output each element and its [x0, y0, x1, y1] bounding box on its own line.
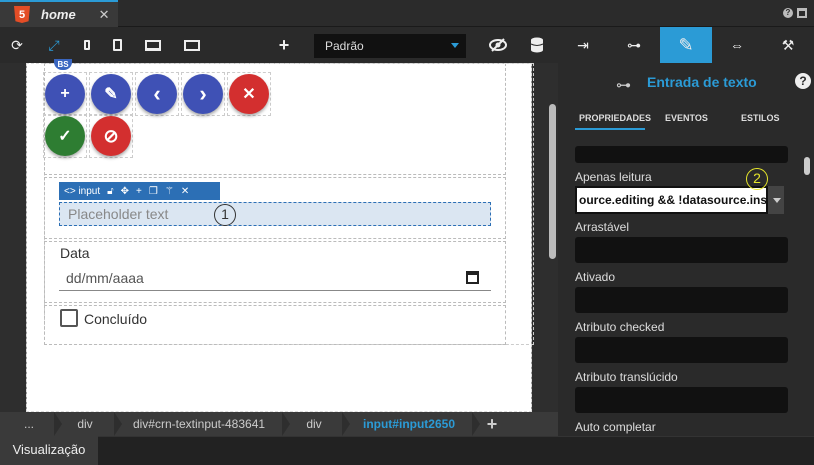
input-tag-label: <> input — [64, 185, 101, 197]
remove-icon[interactable]: ✕ — [181, 186, 189, 197]
text-input[interactable]: Placeholder text — [59, 202, 491, 226]
property-label: Arrastável — [575, 220, 630, 234]
property-label: Ativado — [575, 270, 616, 284]
component-title: Entrada de texto — [647, 74, 757, 90]
breadcrumb-item[interactable]: ... — [14, 412, 44, 436]
monitor-icon[interactable] — [182, 35, 202, 55]
edit-fab-button[interactable]: ✎ — [91, 74, 131, 114]
readonly-expression-input[interactable]: ource.editing && !datasource.inserting — [575, 186, 768, 214]
breadcrumb-item[interactable]: div — [65, 412, 105, 436]
tablet-icon[interactable] — [107, 35, 127, 55]
breadcrumb-separator — [114, 412, 122, 436]
help-icon[interactable]: ? — [795, 73, 811, 89]
database-icon[interactable] — [527, 35, 547, 55]
date-input[interactable]: dd/mm/aaaa — [59, 266, 491, 291]
panel-tab-wand[interactable]: ⚒ — [763, 27, 813, 63]
breadcrumb-item[interactable]: div#crn-textinput-483641 — [126, 412, 272, 436]
chevron-down-icon — [773, 198, 781, 203]
close-icon[interactable]: ✕ — [99, 7, 110, 23]
breadcrumb-separator — [342, 412, 350, 436]
desktop-icon[interactable] — [143, 35, 163, 55]
property-label: Atributo translúcido — [575, 370, 678, 384]
plus-icon[interactable]: + — [274, 35, 294, 55]
checkbox-label: Concluído — [84, 311, 148, 327]
property-field[interactable] — [575, 146, 788, 163]
copy-icon[interactable]: ❐ — [149, 186, 158, 197]
chevron-right-icon: › — [199, 81, 207, 106]
delete-fab-button[interactable]: ✕ — [229, 74, 269, 114]
panel-tab-edit[interactable]: ✎ — [660, 27, 712, 63]
status-bar — [0, 436, 814, 465]
pencil-icon: ✎ — [104, 86, 118, 103]
eye-slash-icon[interactable] — [488, 35, 508, 55]
add-element-button[interactable]: + — [482, 412, 502, 436]
document-tab-bar — [0, 0, 814, 27]
breadcrumb-separator — [472, 412, 480, 436]
cancel-fab-button[interactable]: ⊘ — [91, 116, 131, 156]
move-icon[interactable]: ✥ — [121, 186, 129, 197]
previous-fab-button[interactable]: ‹ — [137, 74, 177, 114]
completed-checkbox[interactable] — [60, 309, 78, 327]
pencil-icon: ✎ — [678, 34, 694, 55]
property-label: Auto completar — [575, 420, 656, 434]
enter-icon: ⇥ — [577, 36, 589, 53]
checked-attribute-field[interactable] — [575, 337, 788, 363]
panel-tab-resize[interactable]: ⇔ — [712, 27, 762, 63]
chevron-left-icon: ‹ — [153, 81, 161, 106]
breadcrumb-separator — [282, 412, 290, 436]
panel-tab-enter[interactable]: ⇥ — [558, 27, 608, 63]
chevron-down-icon — [451, 43, 459, 48]
wand-icon: ⚒ — [781, 36, 795, 53]
calendar-icon[interactable] — [466, 271, 479, 284]
property-label: Atributo checked — [575, 320, 665, 334]
tab-home[interactable]: 5 home ✕ — [0, 0, 118, 27]
translucent-attribute-field[interactable] — [575, 387, 788, 413]
breadcrumb-item[interactable]: div — [294, 412, 334, 436]
add-icon[interactable]: + — [136, 186, 142, 197]
phone-icon[interactable] — [77, 35, 97, 55]
date-label: Data — [60, 245, 90, 261]
component-icon: ⊶ — [616, 77, 631, 94]
breadcrumb-separator — [54, 412, 62, 436]
subtab-active-indicator — [575, 128, 645, 130]
subtab-events[interactable]: EVENTOS — [665, 113, 708, 123]
tab-title: home — [41, 7, 76, 22]
unlock-icon[interactable]: 🔓︎ — [107, 186, 113, 197]
breakpoint-select[interactable]: Padrão — [314, 34, 466, 58]
marker-2: 2 — [746, 168, 768, 190]
canvas-scroll-thumb[interactable] — [549, 104, 556, 259]
magic-icon[interactable]: ⚚ — [165, 186, 174, 197]
help-icon[interactable]: ? — [783, 8, 793, 18]
block-icon: ⊘ — [103, 125, 119, 146]
marker-1: 1 — [214, 204, 236, 226]
close-icon: ✕ — [242, 86, 256, 103]
check-icon: ✓ — [58, 128, 72, 145]
editor-toolbar: ⟳ ⤢ + — [0, 27, 558, 63]
draggable-field[interactable] — [575, 237, 788, 263]
plus-icon: + — [60, 85, 70, 102]
add-fab-button[interactable]: + — [45, 74, 85, 114]
arrows-icon: ⇔ — [730, 37, 744, 53]
next-fab-button[interactable]: › — [183, 74, 223, 114]
property-label: Apenas leitura — [575, 170, 652, 184]
subtab-properties[interactable]: PROPRIEDADES — [579, 113, 651, 123]
expand-icon[interactable]: ⤢ — [44, 35, 64, 55]
subtab-styles[interactable]: ESTILOS — [741, 113, 780, 123]
tree-icon: ⊶ — [627, 36, 641, 53]
maximize-icon[interactable] — [797, 8, 807, 18]
save-fab-button[interactable]: ✓ — [45, 116, 85, 156]
preview-button[interactable]: Visualização — [0, 436, 98, 465]
breadcrumb-item-active[interactable]: input#input2650 — [354, 412, 464, 436]
panel-tab-tree[interactable]: ⊶ — [609, 27, 659, 63]
html5-icon: 5 — [14, 6, 30, 23]
properties-scroll-thumb[interactable] — [804, 157, 810, 175]
enabled-field[interactable] — [575, 287, 788, 313]
component-quick-toolbar: <> input 🔓︎ ✥ + ❐ ⚚ ✕ — [59, 182, 220, 200]
refresh-icon[interactable]: ⟳ — [7, 35, 27, 55]
